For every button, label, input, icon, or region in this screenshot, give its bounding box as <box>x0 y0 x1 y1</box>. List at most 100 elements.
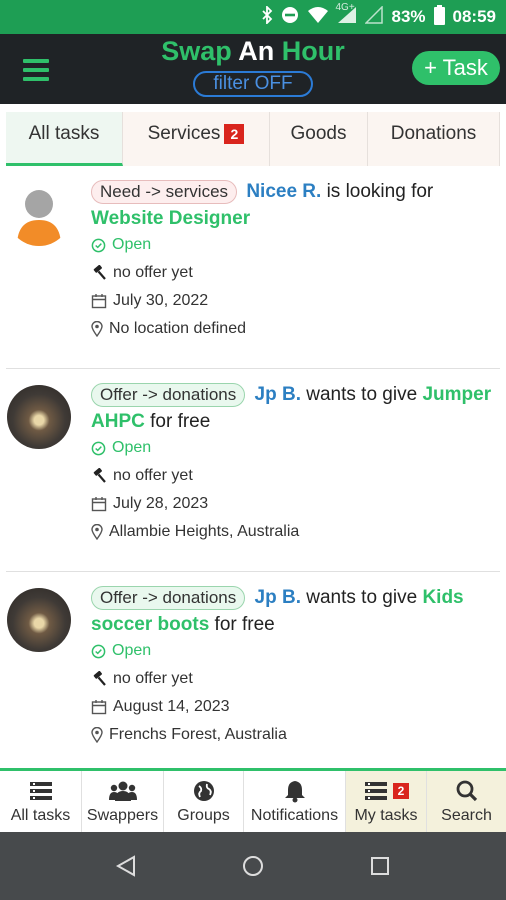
tab-all-tasks[interactable]: All tasks <box>6 112 123 166</box>
wifi-icon <box>307 6 329 29</box>
nav-notifications[interactable]: Notifications <box>244 771 346 832</box>
globe-icon <box>193 781 214 801</box>
task-suffix: for free <box>214 614 275 635</box>
gavel-icon <box>93 468 106 483</box>
task-item-link[interactable]: Website Designer <box>91 208 250 229</box>
tab-goods[interactable]: Goods <box>270 112 368 166</box>
offers-text: no offer yet <box>113 264 193 281</box>
task-location: No location defined <box>91 320 246 338</box>
list-icon <box>29 782 52 800</box>
task-date: August 14, 2023 <box>91 698 230 716</box>
task-status: Open <box>91 642 151 660</box>
task-status: Open <box>91 236 151 254</box>
location-text: No location defined <box>109 320 246 337</box>
user-link[interactable]: Nicee R. <box>246 181 321 202</box>
gavel-icon <box>93 265 106 280</box>
nav-my-tasks[interactable]: 2 My tasks <box>346 771 427 832</box>
default-user-icon <box>17 190 61 246</box>
nav-swappers[interactable]: Swappers <box>82 771 164 832</box>
status-text: Open <box>112 439 152 456</box>
nav-label: My tasks <box>354 807 418 824</box>
location-pin-icon <box>91 524 103 540</box>
app-bar: Swap An Hour filter OFF + Task <box>0 34 506 104</box>
task-offers: no offer yet <box>91 670 193 688</box>
tab-label: Services <box>147 123 221 144</box>
task-card[interactable]: Offer -> donations Jp B. wants to give J… <box>6 369 500 572</box>
add-task-button[interactable]: + Task <box>412 51 500 85</box>
nav-label: All tasks <box>10 807 71 824</box>
tab-bar: All tasks Services 2 Goods Donations <box>0 104 506 166</box>
avatar <box>7 182 71 246</box>
task-offers: no offer yet <box>91 467 193 485</box>
gavel-icon <box>93 671 106 686</box>
task-verb: wants to give <box>306 587 418 608</box>
nav-all-tasks[interactable]: All tasks <box>0 771 82 832</box>
task-date: July 30, 2022 <box>91 292 208 310</box>
title-hour: Hour <box>281 36 345 66</box>
task-card[interactable]: Offer -> donations Jp B. wants to give K… <box>6 572 500 774</box>
search-icon <box>456 780 477 802</box>
title-an: An <box>238 36 275 66</box>
back-icon[interactable] <box>114 855 138 877</box>
nav-label: Notifications <box>250 807 339 824</box>
task-type-badge: Offer -> donations <box>91 383 246 407</box>
home-icon[interactable] <box>242 855 264 877</box>
bottom-nav: All tasks Swappers Groups Notifications … <box>0 768 506 832</box>
task-location: Frenchs Forest, Australia <box>91 726 287 744</box>
avatar <box>7 385 71 449</box>
nav-label: Groups <box>177 807 230 824</box>
task-type-badge: Offer -> donations <box>91 586 246 610</box>
task-card[interactable]: Need -> services Nicee R. is looking for… <box>6 166 500 369</box>
offers-text: no offer yet <box>113 467 193 484</box>
task-headline: Offer -> donations Jp B. wants to give J… <box>91 381 501 435</box>
avatar <box>7 588 71 652</box>
task-date: July 28, 2023 <box>91 495 208 513</box>
location-text: Frenchs Forest, Australia <box>109 726 287 743</box>
users-icon <box>108 781 137 801</box>
date-text: July 30, 2022 <box>113 292 209 309</box>
task-type-badge: Need -> services <box>91 180 238 204</box>
calendar-icon <box>91 294 107 309</box>
status-text: Open <box>112 642 152 659</box>
bluetooth-icon <box>261 4 273 29</box>
signal-icon: 4G+ <box>335 2 357 29</box>
title-swap: Swap <box>161 36 232 66</box>
check-circle-icon <box>91 441 106 455</box>
nav-label: Search <box>441 807 492 824</box>
nav-groups[interactable]: Groups <box>164 771 244 832</box>
list-icon <box>365 782 387 800</box>
task-status: Open <box>91 439 151 457</box>
location-pin-icon <box>91 321 103 337</box>
user-link[interactable]: Jp B. <box>255 384 301 405</box>
signal-2-icon <box>364 4 384 29</box>
battery-icon <box>433 4 445 30</box>
task-location: Allambie Heights, Australia <box>91 523 299 541</box>
task-suffix: for free <box>150 411 211 432</box>
status-text: Open <box>112 236 152 253</box>
date-text: July 28, 2023 <box>113 495 209 512</box>
count-badge: 2 <box>224 123 245 144</box>
tab-label: Donations <box>390 123 477 144</box>
nav-search[interactable]: Search <box>427 771 506 832</box>
calendar-icon <box>91 497 107 512</box>
bell-icon <box>284 781 305 803</box>
network-type: 4G+ <box>335 1 355 13</box>
task-verb: wants to give <box>306 384 418 405</box>
task-headline: Need -> services Nicee R. is looking for… <box>91 178 501 232</box>
location-pin-icon <box>91 727 103 743</box>
task-list: Need -> services Nicee R. is looking for… <box>0 166 506 774</box>
clock: 08:59 <box>452 7 496 26</box>
task-offers: no offer yet <box>91 264 193 282</box>
battery-percent: 83% <box>391 7 426 26</box>
system-nav-bar <box>0 832 506 900</box>
filter-button[interactable]: filter OFF <box>193 71 313 97</box>
tab-donations[interactable]: Donations <box>368 112 500 166</box>
recents-icon[interactable] <box>370 856 390 876</box>
tab-services[interactable]: Services 2 <box>123 112 270 166</box>
user-link[interactable]: Jp B. <box>255 587 301 608</box>
nav-label: Swappers <box>86 807 159 824</box>
calendar-icon <box>91 700 107 715</box>
check-circle-icon <box>91 644 106 658</box>
location-text: Allambie Heights, Australia <box>109 523 300 540</box>
status-bar: 4G+ 83% 08:59 <box>0 0 506 34</box>
